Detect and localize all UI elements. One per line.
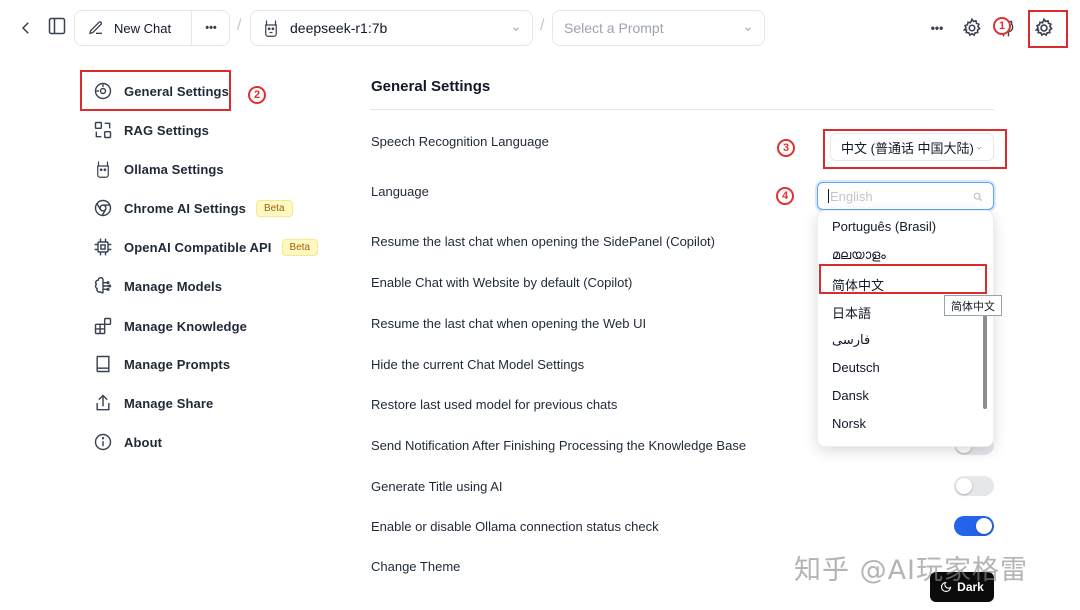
- annotation-number: 2: [248, 86, 266, 104]
- sidebar-item-label: RAG Settings: [124, 122, 209, 138]
- sidebar-item-manage-prompts[interactable]: Manage Prompts: [80, 348, 320, 380]
- language-option[interactable]: Deutsch: [832, 360, 880, 375]
- dropdown-scrollbar[interactable]: [983, 315, 987, 409]
- edit-icon: [89, 21, 103, 35]
- sidebar-item-openai-compatible-api[interactable]: OpenAI Compatible API Beta: [80, 231, 320, 263]
- setting-label: Send Notification After Finishing Proces…: [371, 438, 747, 453]
- setting-label: Resume the last chat when opening the We…: [371, 316, 647, 331]
- annotation-box-speech-language: [823, 129, 1007, 169]
- breadcrumb-separator: /: [237, 17, 242, 34]
- new-chat-label: New Chat: [114, 20, 172, 36]
- breadcrumb-separator: /: [540, 17, 545, 34]
- sidebar-item-manage-share[interactable]: Manage Share: [80, 387, 320, 419]
- sidebar-item-ollama-settings[interactable]: Ollama Settings: [80, 153, 320, 185]
- model-select[interactable]: deepseek-r1:7b: [250, 10, 533, 46]
- language-search-placeholder: English: [830, 188, 873, 204]
- setting-label: Restore last used model for previous cha…: [371, 397, 618, 412]
- annotation-box-general-settings: [80, 70, 231, 111]
- annotation-number: 1: [993, 17, 1011, 35]
- share-icon: [92, 392, 114, 414]
- brain-icon: [92, 275, 114, 297]
- sidebar-item-label: Manage Knowledge: [124, 318, 247, 334]
- setting-label: Enable or disable Ollama connection stat…: [371, 519, 659, 534]
- sidebar-item-chrome-ai-settings[interactable]: Chrome AI Settings Beta: [80, 192, 320, 224]
- sidebar-item-label: OpenAI Compatible API: [124, 239, 272, 255]
- chevron-down-icon: [745, 27, 751, 31]
- chevron-left-icon: [21, 22, 29, 34]
- chrome-icon: [92, 197, 114, 219]
- sidebar-item-manage-knowledge[interactable]: Manage Knowledge: [80, 310, 320, 342]
- setting-label: Generate Title using AI: [371, 479, 503, 494]
- language-option[interactable]: Norsk: [832, 416, 866, 431]
- language-option[interactable]: فارسی: [832, 332, 870, 348]
- sidebar-item-label: Manage Prompts: [124, 356, 231, 372]
- language-option[interactable]: 日本語: [832, 303, 871, 322]
- generate-title-toggle[interactable]: [954, 476, 994, 496]
- prompt-select[interactable]: Select a Prompt: [552, 10, 765, 46]
- setting-label: Speech Recognition Language: [371, 134, 549, 149]
- new-chat-button[interactable]: New Chat: [75, 11, 191, 45]
- beta-badge: Beta: [281, 238, 319, 256]
- sidebar-item-label: Chrome AI Settings: [124, 200, 246, 216]
- chevron-down-icon: [513, 27, 519, 31]
- rag-icon: [92, 119, 114, 141]
- sidebar-item-label: Manage Models: [124, 278, 223, 294]
- info-icon: [92, 431, 114, 453]
- annotation-number: 4: [776, 187, 794, 205]
- sidebar-item-about[interactable]: About: [80, 426, 320, 458]
- blocks-icon: [92, 315, 114, 337]
- new-chat-more-button[interactable]: •••: [192, 11, 230, 45]
- back-button[interactable]: [10, 12, 42, 44]
- sidebar-item-label: About: [124, 434, 163, 450]
- watermark: 知乎 @AI玩家格雷: [794, 555, 1029, 586]
- panel-left-icon: [48, 17, 66, 35]
- cpu-icon: [92, 236, 114, 258]
- setting-label: Language: [371, 184, 429, 199]
- sidebar-item-rag-settings[interactable]: RAG Settings: [80, 114, 320, 146]
- sidebar-item-label: Ollama Settings: [124, 161, 224, 177]
- toggle-knob: [956, 478, 972, 494]
- option-tooltip: 简体中文: [944, 295, 1002, 316]
- annotation-box-simplified-chinese: [819, 264, 987, 294]
- page-title: General Settings: [371, 78, 491, 95]
- book-icon: [92, 353, 114, 375]
- top-bar: New Chat ••• / deepseek-r1:7b / Select a…: [0, 0, 1080, 56]
- toggle-knob: [976, 518, 992, 534]
- divider: [370, 109, 994, 110]
- model-settings-button[interactable]: [956, 12, 988, 44]
- model-label: deepseek-r1:7b: [290, 20, 388, 36]
- language-search-input[interactable]: English: [817, 182, 994, 210]
- new-chat-group: New Chat •••: [74, 10, 230, 46]
- beta-badge: Beta: [255, 199, 293, 217]
- more-icon: •••: [205, 22, 217, 34]
- more-icon: •••: [930, 21, 944, 35]
- setting-label: Hide the current Chat Model Settings: [371, 357, 585, 372]
- prompt-placeholder: Select a Prompt: [564, 20, 664, 36]
- ollama-icon: [92, 158, 114, 180]
- setting-label: Enable Chat with Website by default (Cop…: [371, 275, 633, 290]
- cog-icon: [962, 17, 981, 37]
- language-option[interactable]: Português (Brasil): [832, 219, 936, 234]
- llama-icon: [265, 20, 277, 37]
- sidebar-item-manage-models[interactable]: Manage Models: [80, 270, 320, 302]
- language-option[interactable]: മലയാളം: [832, 247, 886, 263]
- text-cursor: [828, 189, 829, 203]
- sidebar-toggle-button[interactable]: [41, 10, 73, 42]
- annotation-number: 3: [777, 139, 795, 157]
- setting-label: Change Theme: [371, 559, 461, 574]
- more-options-button[interactable]: •••: [921, 12, 953, 44]
- ollama-status-toggle[interactable]: [954, 516, 994, 536]
- language-option[interactable]: Dansk: [832, 388, 869, 403]
- setting-label: Resume the last chat when opening the Si…: [371, 234, 715, 249]
- search-icon: [973, 192, 983, 202]
- sidebar-item-label: Manage Share: [124, 395, 214, 411]
- language-dropdown: Português (Brasil) മലയാളം 简体中文 日本語 فارسی…: [817, 210, 994, 447]
- annotation-box-settings: [1028, 10, 1068, 48]
